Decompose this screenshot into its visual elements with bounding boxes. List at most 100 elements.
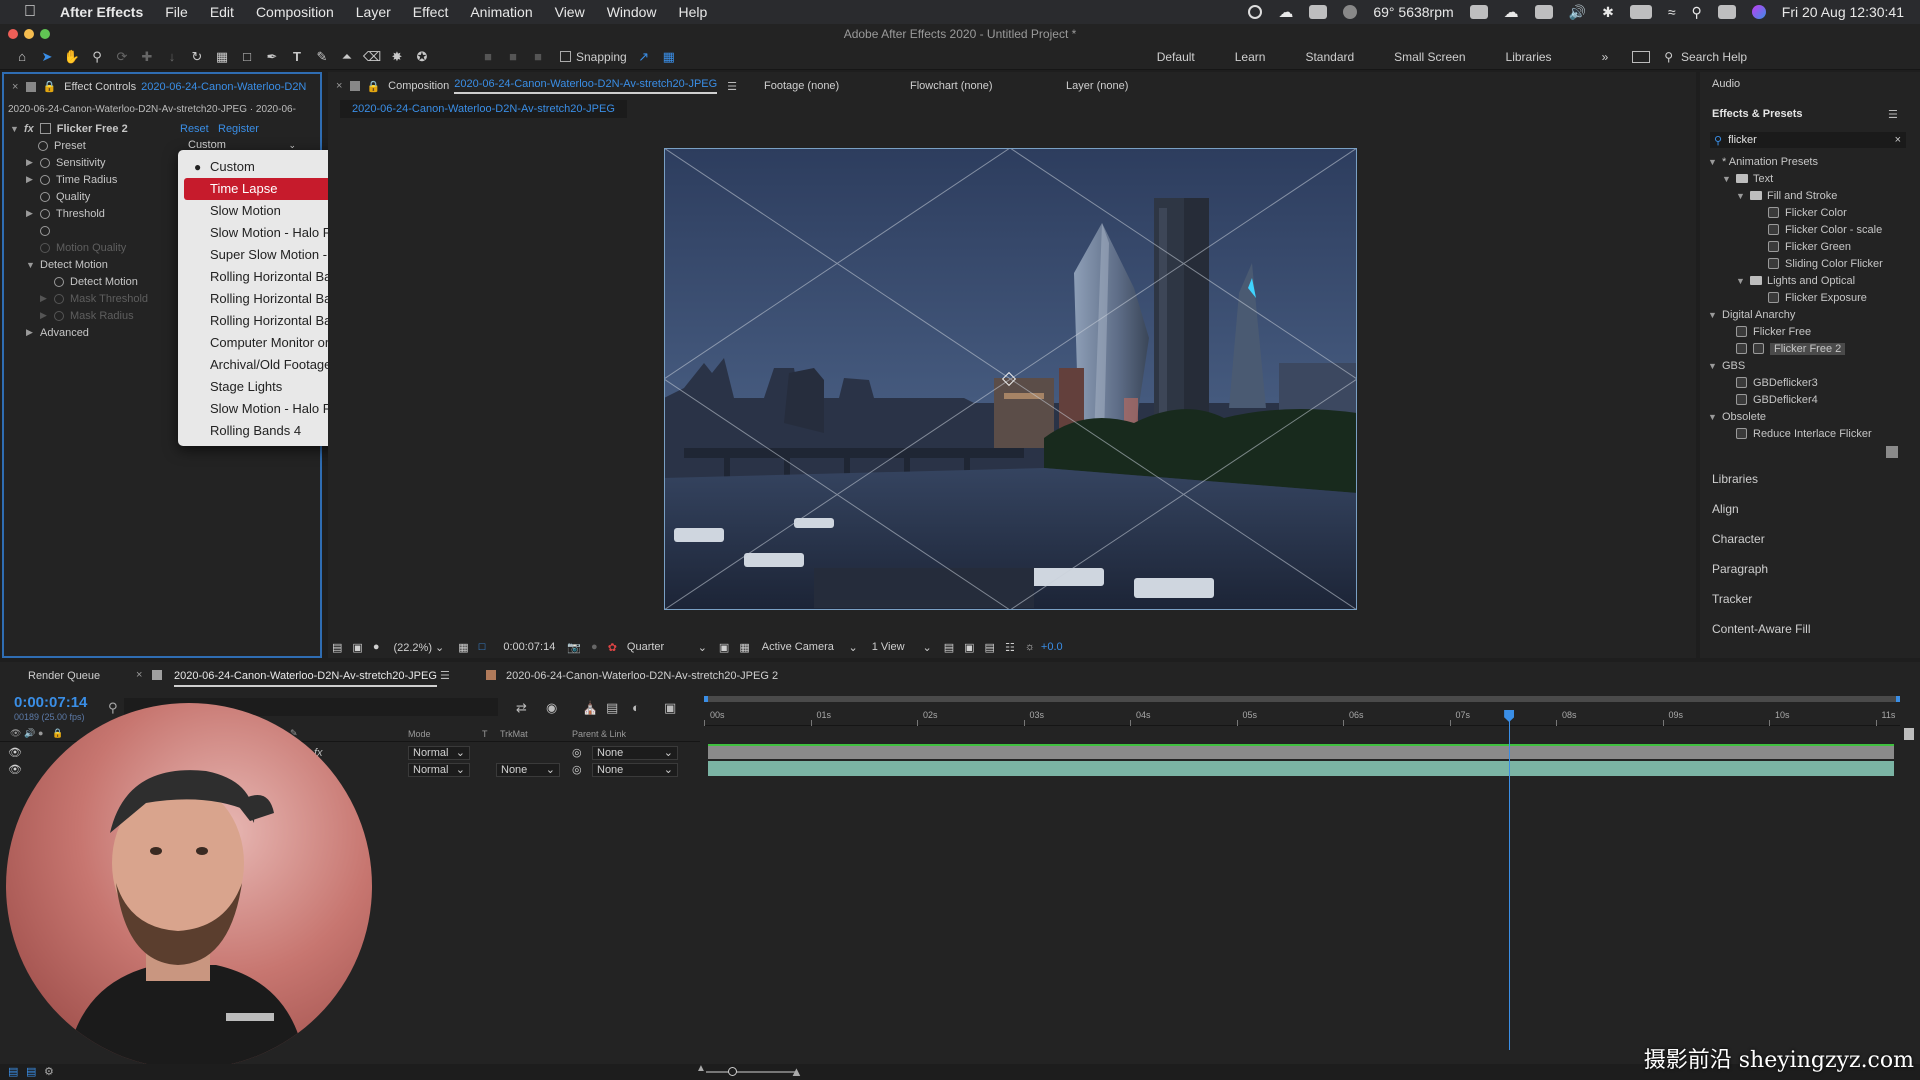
- puppet-tool-icon[interactable]: ✪: [414, 49, 430, 65]
- workspace-small-screen[interactable]: Small Screen: [1394, 50, 1465, 64]
- menu-view[interactable]: View: [555, 4, 585, 20]
- volume-icon[interactable]: 🔊: [1569, 4, 1586, 21]
- twirl-down-icon[interactable]: ▼: [1708, 412, 1718, 422]
- tree-group-gbs[interactable]: ▼ GBS: [1708, 357, 1745, 374]
- clear-search-icon[interactable]: ×: [1895, 134, 1901, 146]
- menu-layer[interactable]: Layer: [356, 4, 391, 20]
- tree-item-flicker-free-2[interactable]: Flicker Free 2: [1736, 340, 1846, 357]
- weather-readout[interactable]: 69° 5638rpm: [1373, 4, 1453, 20]
- timeline-tab-active[interactable]: 2020-06-24-Canon-Waterloo-D2N-Av-stretch…: [174, 670, 437, 687]
- toggle-pixel-aspect-icon[interactable]: ▤: [944, 641, 954, 654]
- timeline-zoom-slider[interactable]: ▲: [696, 1063, 796, 1076]
- channel-icon[interactable]: ✿: [608, 641, 617, 654]
- render-queue-tab[interactable]: Render Queue: [28, 670, 100, 682]
- layer-trkmat-dropdown[interactable]: None ⌄: [496, 762, 560, 777]
- creative-cloud-icon[interactable]: ☁: [1278, 3, 1293, 21]
- menu-animation[interactable]: Animation: [470, 4, 532, 20]
- search-help-input[interactable]: Search Help: [1681, 50, 1747, 64]
- twirl-down-icon[interactable]: ▼: [1722, 174, 1732, 184]
- toggle-switches-icon[interactable]: ▤: [26, 1065, 36, 1078]
- parent-pickwhip-icon[interactable]: ◎: [572, 746, 582, 759]
- current-time-display[interactable]: 0:00:07:14: [14, 694, 87, 711]
- snapping-checkbox[interactable]: [560, 51, 571, 62]
- stopwatch-icon[interactable]: [40, 225, 50, 236]
- monitor-icon[interactable]: ▣: [352, 641, 362, 654]
- mask-visibility-icon[interactable]: □: [479, 641, 486, 653]
- twirl-right-icon[interactable]: ▶: [26, 157, 36, 168]
- stopwatch-icon[interactable]: [38, 140, 48, 151]
- group-detect-motion[interactable]: ▼ Detect Motion: [26, 256, 108, 273]
- composition-tab[interactable]: Composition: [388, 80, 449, 92]
- composition-breadcrumb[interactable]: 2020-06-24-Canon-Waterloo-D2N-Av-stretch…: [340, 100, 627, 118]
- paragraph-panel-header[interactable]: Paragraph: [1712, 562, 1768, 576]
- snap-option-icon[interactable]: ↗: [636, 49, 652, 65]
- zoom-in-icon[interactable]: ▲: [790, 1064, 803, 1079]
- resolution-dropdown[interactable]: Quarter ⌄: [627, 641, 707, 654]
- video-toggle-icon[interactable]: 👁: [10, 728, 21, 739]
- stopwatch-icon[interactable]: [40, 208, 50, 219]
- keyboard-icon[interactable]: [1534, 5, 1553, 19]
- views-dropdown[interactable]: 1 View ⌄: [872, 641, 932, 654]
- draft-3d-icon[interactable]: ◉: [546, 700, 557, 716]
- layer-track-bar-2[interactable]: [708, 761, 1894, 776]
- timeline-search-icon[interactable]: ⚲: [108, 700, 118, 716]
- rotation-tool-icon[interactable]: ↻: [189, 49, 205, 65]
- align-panel-header[interactable]: Align: [1712, 502, 1739, 516]
- vr-icon[interactable]: ●: [373, 641, 380, 653]
- selection-tool-icon[interactable]: ➤: [39, 49, 55, 65]
- layer-mode-dropdown[interactable]: Normal ⌄: [408, 745, 470, 760]
- cloud-icon[interactable]: ☁: [1504, 3, 1519, 21]
- workspace-learn[interactable]: Learn: [1235, 50, 1266, 64]
- toggle-in-out-icon[interactable]: ⚙: [44, 1065, 54, 1078]
- apple-icon[interactable]: : [20, 2, 40, 22]
- layer-parent-dropdown[interactable]: None ⌄: [592, 762, 678, 777]
- zoom-slider-thumb[interactable]: [728, 1067, 737, 1076]
- parent-pickwhip-icon[interactable]: ◎: [572, 763, 582, 776]
- workspace-standard[interactable]: Standard: [1305, 50, 1354, 64]
- shy-layers-icon[interactable]: ⛪: [582, 700, 598, 716]
- control-center-icon[interactable]: [1717, 5, 1736, 19]
- panel-lock-icon[interactable]: [26, 81, 37, 92]
- zoom-dropdown[interactable]: (22.2%) ⌄: [393, 641, 444, 654]
- layer-track-bar[interactable]: [708, 744, 1894, 759]
- brush-tool-icon[interactable]: ✎: [314, 49, 330, 65]
- snapshot-icon[interactable]: 📷: [567, 641, 581, 654]
- stopwatch-icon[interactable]: [40, 174, 50, 185]
- render-time-icon[interactable]: ▤: [8, 1065, 18, 1078]
- frame-blending-icon[interactable]: ▤: [606, 700, 618, 716]
- dolly-tool-icon[interactable]: ↓: [164, 49, 180, 65]
- rectangle-tool-icon[interactable]: □: [239, 49, 255, 65]
- effect-controls-tab[interactable]: Effect Controls: [64, 81, 136, 93]
- layer-mode-dropdown[interactable]: Normal ⌄: [408, 762, 470, 777]
- libraries-panel-header[interactable]: Libraries: [1712, 472, 1758, 486]
- audio-panel-header[interactable]: Audio: [1712, 78, 1740, 90]
- menu-effect[interactable]: Effect: [413, 4, 449, 20]
- param-sensitivity[interactable]: ▶ Sensitivity: [26, 154, 106, 171]
- layer-visibility-icon[interactable]: 👁: [8, 746, 22, 759]
- param-detect-motion[interactable]: Detect Motion: [54, 273, 138, 290]
- menu-app[interactable]: After Effects: [60, 4, 143, 20]
- twirl-down-icon[interactable]: ▼: [1736, 276, 1746, 286]
- lock-toggle-icon[interactable]: 🔒: [52, 728, 63, 739]
- always-preview-icon[interactable]: ▤: [332, 641, 342, 654]
- twirl-down-icon[interactable]: ▼: [10, 124, 20, 134]
- home-icon[interactable]: ⌂: [14, 49, 30, 65]
- lock-icon[interactable]: 🔒: [366, 80, 380, 93]
- wifi-icon[interactable]: ≈: [1668, 4, 1676, 20]
- menu-file[interactable]: File: [165, 4, 188, 20]
- twirl-right-icon[interactable]: ▶: [26, 174, 36, 185]
- audio-toggle-icon[interactable]: 🔊: [24, 728, 35, 739]
- twirl-down-icon[interactable]: ▼: [1708, 361, 1718, 371]
- clone-stamp-tool-icon[interactable]: ⏶: [339, 49, 355, 65]
- playhead[interactable]: [1509, 710, 1511, 1050]
- effects-search-field[interactable]: ⚲ flicker ×: [1710, 132, 1906, 148]
- camera-dropdown[interactable]: Active Camera ⌄: [762, 641, 858, 654]
- bluetooth-icon[interactable]: ✱: [1602, 4, 1614, 21]
- airplay-icon[interactable]: [1469, 5, 1488, 19]
- footage-tab[interactable]: Footage (none): [764, 80, 839, 92]
- character-panel-header[interactable]: Character: [1712, 532, 1765, 546]
- twirl-down-icon[interactable]: ▼: [1736, 191, 1746, 201]
- tree-item-flicker-color-scale[interactable]: Flicker Color - scale: [1768, 221, 1882, 238]
- twirl-right-icon[interactable]: ▶: [26, 208, 36, 219]
- effect-name[interactable]: Flicker Free 2: [57, 123, 128, 135]
